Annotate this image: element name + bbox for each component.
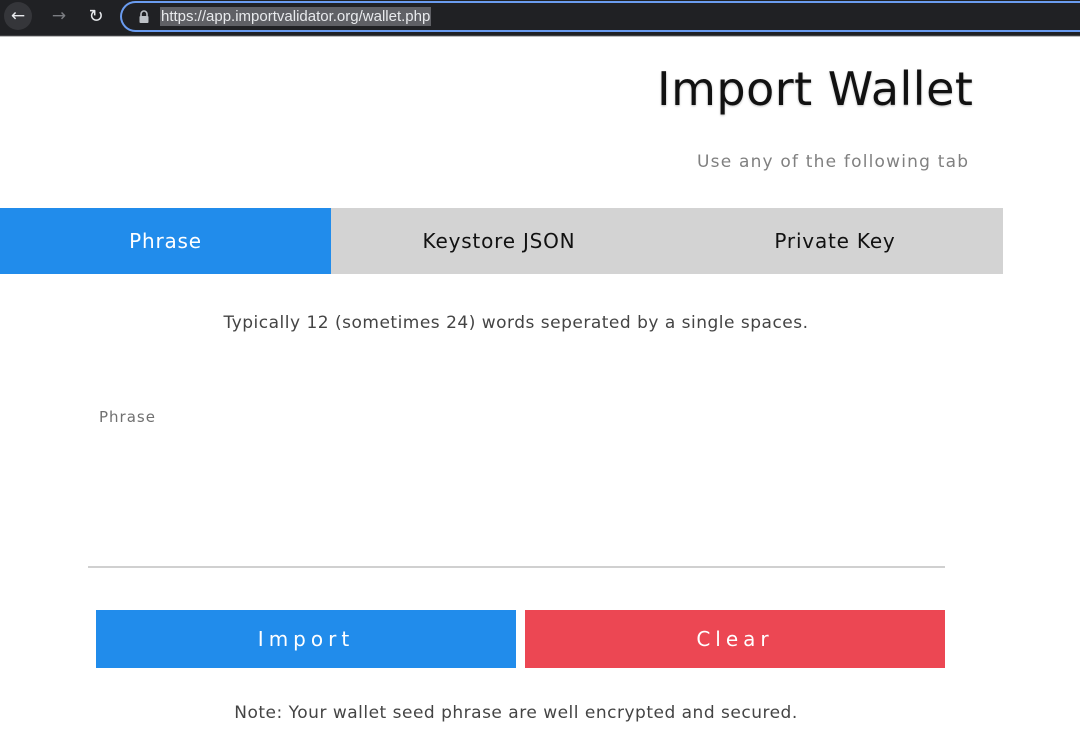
browser-toolbar: ← → ↻ https://app.importvalidator.org/wa… xyxy=(0,0,1080,36)
import-method-tabs: Phrase Keystore JSON Private Key xyxy=(0,208,1003,274)
back-button[interactable]: ← xyxy=(4,2,32,30)
lock-icon xyxy=(139,10,149,23)
security-note: Note: Your wallet seed phrase are well e… xyxy=(234,703,798,723)
arrow-right-icon: → xyxy=(51,6,67,26)
tab-phrase[interactable]: Phrase xyxy=(0,208,331,274)
toolbar-divider xyxy=(0,36,1080,37)
reload-icon: ↻ xyxy=(88,5,104,27)
reload-button[interactable]: ↻ xyxy=(81,3,111,29)
page-subtitle: Use any of the following tab xyxy=(697,152,970,172)
phrase-label: Phrase xyxy=(99,408,156,426)
address-bar[interactable]: https://app.importvalidator.org/wallet.p… xyxy=(120,1,1080,32)
page-title: Import Wallet xyxy=(657,62,974,116)
tab-keystore-json[interactable]: Keystore JSON xyxy=(331,208,667,274)
url-text[interactable]: https://app.importvalidator.org/wallet.p… xyxy=(160,7,432,26)
tab-private-key[interactable]: Private Key xyxy=(667,208,1003,274)
forward-button[interactable]: → xyxy=(44,3,74,29)
clear-button[interactable]: Clear xyxy=(525,610,945,668)
arrow-left-icon: ← xyxy=(10,6,26,26)
phrase-hint: Typically 12 (sometimes 24) words sepera… xyxy=(223,313,809,333)
phrase-input[interactable] xyxy=(88,430,945,568)
import-button[interactable]: Import xyxy=(96,610,516,668)
